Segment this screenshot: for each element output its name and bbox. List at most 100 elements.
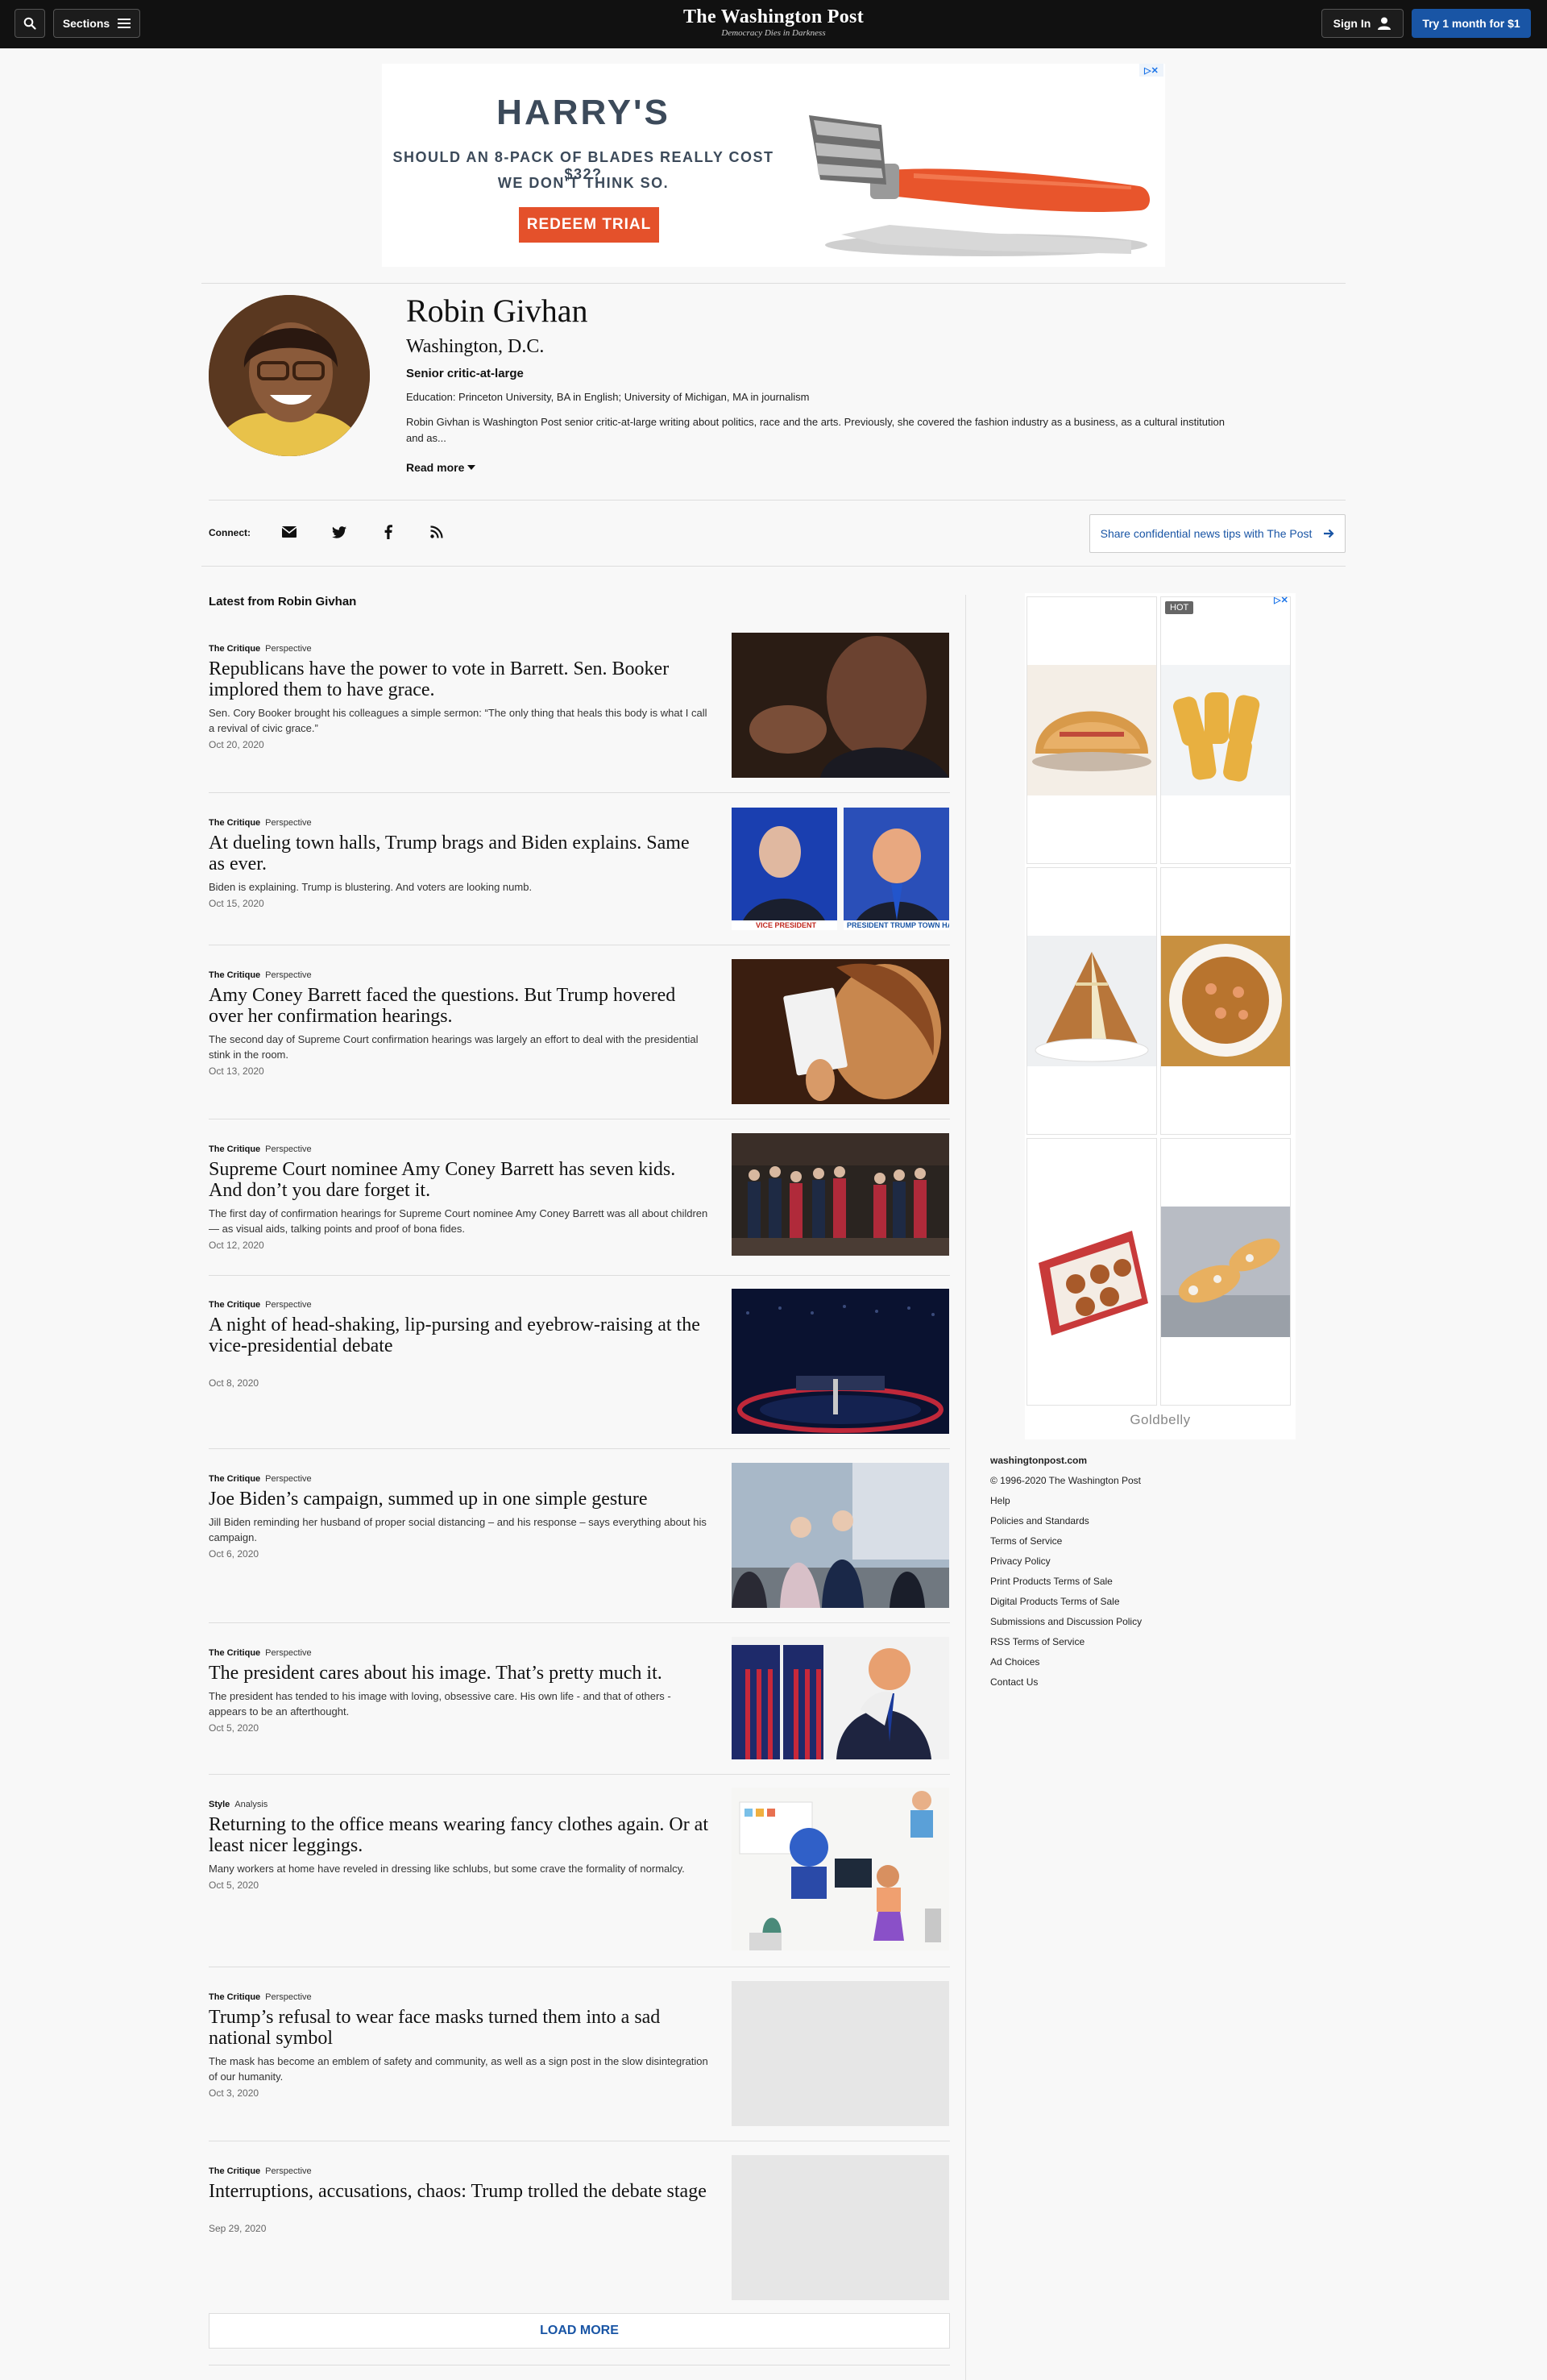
divider [209,1448,950,1449]
ad-brand: HARRY'S [496,93,670,132]
author-avatar [209,295,370,456]
footer-link-help[interactable]: Help [990,1491,1142,1511]
goldbelly-sidebar-ad[interactable] [1025,593,1296,1439]
article-headline[interactable]: At dueling town halls, Trump brags and B… [209,833,708,874]
article-headline[interactable]: Trump’s refusal to wear face masks turne… [209,2007,708,2049]
footer-link-ad-choices[interactable]: Ad Choices [990,1652,1142,1672]
article-thumbnail[interactable] [732,1637,949,1759]
divider [201,283,1346,284]
author-role: Senior critic-at-large [406,367,524,380]
article-blurb: Jill Biden reminding her husband of prop… [209,1516,707,1543]
article-thumbnail-placeholder[interactable] [732,1981,949,2126]
article-label: Perspective [265,970,312,980]
footer-link-submissions[interactable]: Submissions and Discussion Policy [990,1612,1142,1632]
article-section[interactable]: The Critique [209,1992,260,2002]
article-thumbnail-placeholder[interactable] [732,2155,949,2300]
footer-site[interactable]: washingtonpost.com [990,1451,1142,1471]
article-blurb: The second day of Supreme Court confirma… [209,1033,699,1061]
article-section[interactable]: The Critique [209,1144,260,1154]
article-label: Perspective [265,2166,312,2176]
washington-post-logo[interactable]: The Washington Post Democracy Dies in Da… [612,6,935,38]
ad-tile[interactable] [1160,1138,1291,1406]
menu-icon [118,19,131,28]
ad-tile[interactable] [1026,1138,1157,1406]
author-bio: Robin Givhan is Washington Post senior c… [406,416,1225,444]
footer-link-digital-terms[interactable]: Digital Products Terms of Sale [990,1592,1142,1612]
article-thumbnail[interactable] [732,633,949,778]
divider [209,500,1346,501]
article-headline[interactable]: Supreme Court nominee Amy Coney Barrett … [209,1159,708,1201]
ad-choices-icon[interactable]: ▷✕ [1269,593,1293,606]
ad-line-2: WE DON'T THINK SO. [497,175,670,191]
article-blurb: Sen. Cory Booker brought his colleagues … [209,707,707,734]
ad-choices-icon[interactable]: ▷✕ [1139,64,1163,77]
footer-link-terms[interactable]: Terms of Service [990,1531,1142,1551]
tips-label: Share confidential news tips with The Po… [1100,527,1313,540]
divider [209,1275,950,1276]
article-section[interactable]: The Critique [209,644,260,654]
search-button[interactable] [15,9,45,38]
article-headline[interactable]: Republicans have the power to vote in Ba… [209,658,708,700]
article-section[interactable]: The Critique [209,1474,260,1484]
author-location: Washington, D.C. [406,336,545,357]
divider [201,566,1346,567]
email-icon[interactable] [280,522,299,542]
article-thumbnail[interactable] [732,959,949,1104]
footer-link-print-terms[interactable]: Print Products Terms of Sale [990,1572,1142,1592]
sections-button[interactable]: Sections [53,9,140,38]
top-navigation-bar: Sections The Washington Post Democracy D… [0,0,1547,48]
facebook-icon[interactable] [379,522,398,542]
article-label: Perspective [265,1992,312,2002]
latest-section-heading: Latest from Robin Givhan [209,595,357,608]
footer-link-privacy[interactable]: Privacy Policy [990,1551,1142,1572]
article-headline[interactable]: Interruptions, accusations, chaos: Trump… [209,2181,708,2202]
author-education: Education: Princeton University, BA in E… [406,391,810,403]
footer-link-rss[interactable]: RSS Terms of Service [990,1632,1142,1652]
logo-name: The Washington Post [683,6,864,27]
column-divider [965,595,966,2380]
article-section[interactable]: The Critique [209,970,260,980]
article-section[interactable]: The Critique [209,1648,260,1658]
article-section[interactable]: The Critique [209,2166,260,2176]
thumb-banner-left: VICE PRESIDENT [755,921,816,929]
article-thumbnail[interactable] [732,1133,949,1256]
sign-in-button[interactable]: Sign In [1321,9,1404,38]
ad-redeem-trial-button[interactable]: REDEEM TRIAL [519,207,659,243]
article-blurb: The president has tended to his image wi… [209,1690,671,1718]
footer-link-contact[interactable]: Contact Us [990,1672,1142,1693]
trial-subscribe-button[interactable]: Try 1 month for $1 [1412,9,1531,38]
article-headline[interactable]: Amy Coney Barrett faced the questions. B… [209,985,708,1027]
rss-icon[interactable] [427,522,446,542]
article-headline[interactable]: The president cares about his image. Tha… [209,1663,708,1684]
read-more-button[interactable]: Read more [406,461,476,474]
article-headline[interactable]: Returning to the office means wearing fa… [209,1814,708,1856]
article-headline[interactable]: A night of head-shaking, lip-pursing and… [209,1315,708,1356]
article-thumbnail[interactable]: VICE PRESIDENT PRESIDENT TRUMP TOWN HA [732,808,949,930]
ad-tile[interactable] [1026,596,1157,864]
ad-tile[interactable] [1026,867,1157,1135]
logo-tagline: Democracy Dies in Darkness [721,28,826,38]
user-icon [1378,17,1391,30]
author-name: Robin Givhan [406,293,588,329]
article-label: Perspective [265,644,312,654]
ad-tile[interactable] [1160,867,1291,1135]
article-section[interactable]: The Critique [209,818,260,828]
article-thumbnail[interactable] [732,1463,949,1608]
ad-brand: Goldbelly [1130,1412,1191,1427]
article-blurb: Many workers at home have reveled in dre… [209,1863,685,1875]
article-section[interactable]: Style [209,1800,230,1809]
twitter-icon[interactable] [330,522,349,542]
load-more-button[interactable]: LOAD MORE [209,2313,950,2349]
article-label: Analysis [234,1800,268,1809]
article-headline[interactable]: Joe Biden’s campaign, summed up in one s… [209,1489,708,1510]
article-label: Perspective [265,1474,312,1484]
article-section[interactable]: The Critique [209,1300,260,1310]
hot-badge: HOT [1165,601,1194,614]
article-thumbnail[interactable] [732,1289,949,1434]
article-label: Perspective [265,1144,312,1154]
footer-link-policies[interactable]: Policies and Standards [990,1511,1142,1531]
article-thumbnail[interactable] [732,1788,949,1950]
harrys-banner-ad[interactable]: HARRY'S SHOULD AN 8-PACK OF BLADES REALL… [382,64,1165,267]
ad-tile[interactable] [1160,596,1291,864]
share-news-tips-button[interactable]: Share confidential news tips with The Po… [1089,514,1346,553]
